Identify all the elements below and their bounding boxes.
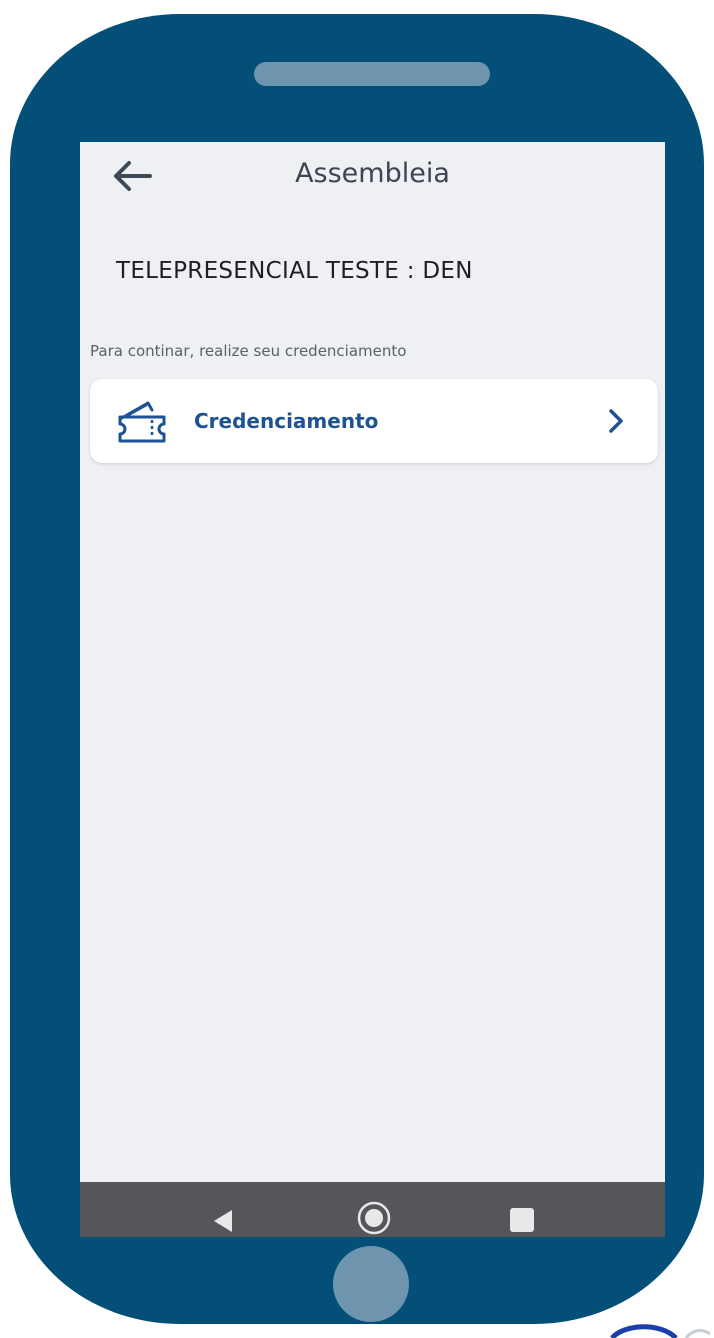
chevron-right-icon (609, 409, 623, 433)
nav-back-triangle-icon[interactable] (210, 1208, 236, 1234)
page-title: TELEPRESENCIAL TESTE : DEN (116, 258, 473, 284)
phone-home-button (333, 1246, 409, 1322)
app-bar-title: Assembleia (295, 158, 450, 189)
logo-icon (610, 1324, 711, 1338)
nav-recent-square-icon[interactable] (510, 1208, 534, 1232)
app-bar: Assembleia (80, 142, 665, 210)
phone-frame: Assembleia TELEPRESENCIAL TESTE : DEN Pa… (10, 14, 704, 1324)
nav-home-circle-icon[interactable] (356, 1200, 392, 1236)
credenciamento-card[interactable]: Credenciamento (90, 379, 658, 463)
instruction-text: Para continar, realize seu credenciament… (90, 342, 407, 360)
phone-speaker (254, 62, 490, 86)
credenciamento-label: Credenciamento (194, 409, 379, 433)
android-nav-bar (80, 1182, 665, 1237)
app-screen: Assembleia TELEPRESENCIAL TESTE : DEN Pa… (80, 142, 665, 1237)
ticket-icon (118, 401, 166, 443)
